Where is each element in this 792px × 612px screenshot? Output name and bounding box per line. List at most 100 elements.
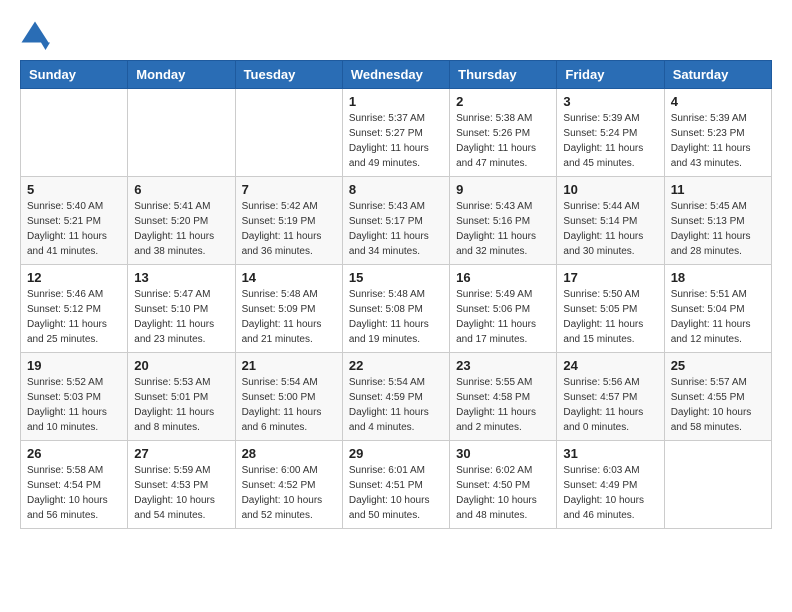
day-number: 28 [242,446,336,461]
column-header-saturday: Saturday [664,61,771,89]
calendar-week-3: 12Sunrise: 5:46 AMSunset: 5:12 PMDayligh… [21,265,772,353]
day-number: 16 [456,270,550,285]
column-header-tuesday: Tuesday [235,61,342,89]
day-number: 11 [671,182,765,197]
day-number: 23 [456,358,550,373]
day-info: Sunrise: 5:56 AMSunset: 4:57 PMDaylight:… [563,375,657,435]
column-header-monday: Monday [128,61,235,89]
day-info: Sunrise: 5:46 AMSunset: 5:12 PMDaylight:… [27,287,121,347]
day-info: Sunrise: 5:39 AMSunset: 5:24 PMDaylight:… [563,111,657,171]
day-number: 27 [134,446,228,461]
logo [20,20,54,50]
day-number: 10 [563,182,657,197]
day-number: 30 [456,446,550,461]
calendar-header-row: SundayMondayTuesdayWednesdayThursdayFrid… [21,61,772,89]
day-number: 20 [134,358,228,373]
calendar-cell [235,89,342,177]
calendar-table: SundayMondayTuesdayWednesdayThursdayFrid… [20,60,772,529]
calendar-cell: 18 Sunrise: 5:51 AMSunset: 5:04 PMDayligh… [664,265,771,353]
calendar-cell [128,89,235,177]
day-info: Sunrise: 5:54 AMSunset: 5:00 PMDaylight:… [242,375,336,435]
calendar-cell: 17 Sunrise: 5:50 AMSunset: 5:05 PMDayligh… [557,265,664,353]
calendar-cell: 30Sunrise: 6:02 AMSunset: 4:50 PMDayligh… [450,441,557,529]
calendar-cell: 6 Sunrise: 5:41 AMSunset: 5:20 PMDaylight… [128,177,235,265]
day-number: 24 [563,358,657,373]
calendar-cell [664,441,771,529]
day-number: 15 [349,270,443,285]
calendar-cell: 26Sunrise: 5:58 AMSunset: 4:54 PMDayligh… [21,441,128,529]
day-number: 17 [563,270,657,285]
column-header-sunday: Sunday [21,61,128,89]
day-info: Sunrise: 6:03 AMSunset: 4:49 PMDaylight:… [563,463,657,523]
day-info: Sunrise: 5:48 AMSunset: 5:08 PMDaylight:… [349,287,443,347]
day-info: Sunrise: 5:38 AMSunset: 5:26 PMDaylight:… [456,111,550,171]
calendar-cell: 1 Sunrise: 5:37 AMSunset: 5:27 PMDaylight… [342,89,449,177]
day-number: 13 [134,270,228,285]
logo-icon [20,20,50,50]
calendar-cell: 31 Sunrise: 6:03 AMSunset: 4:49 PMDayligh… [557,441,664,529]
calendar-cell: 4 Sunrise: 5:39 AMSunset: 5:23 PMDaylight… [664,89,771,177]
day-info: Sunrise: 6:01 AMSunset: 4:51 PMDaylight:… [349,463,443,523]
day-number: 25 [671,358,765,373]
day-info: Sunrise: 5:57 AMSunset: 4:55 PMDaylight:… [671,375,765,435]
day-info: Sunrise: 5:55 AMSunset: 4:58 PMDaylight:… [456,375,550,435]
day-info: Sunrise: 5:54 AMSunset: 4:59 PMDaylight:… [349,375,443,435]
calendar-week-5: 26Sunrise: 5:58 AMSunset: 4:54 PMDayligh… [21,441,772,529]
day-info: Sunrise: 5:41 AMSunset: 5:20 PMDaylight:… [134,199,228,259]
calendar-cell: 15 Sunrise: 5:48 AMSunset: 5:08 PMDayligh… [342,265,449,353]
day-info: Sunrise: 5:39 AMSunset: 5:23 PMDaylight:… [671,111,765,171]
calendar-cell: 24 Sunrise: 5:56 AMSunset: 4:57 PMDayligh… [557,353,664,441]
calendar-cell: 12Sunrise: 5:46 AMSunset: 5:12 PMDayligh… [21,265,128,353]
day-info: Sunrise: 5:37 AMSunset: 5:27 PMDaylight:… [349,111,443,171]
day-number: 7 [242,182,336,197]
day-info: Sunrise: 5:40 AMSunset: 5:21 PMDaylight:… [27,199,121,259]
day-number: 5 [27,182,121,197]
column-header-thursday: Thursday [450,61,557,89]
calendar-cell: 13Sunrise: 5:47 AMSunset: 5:10 PMDayligh… [128,265,235,353]
day-number: 19 [27,358,121,373]
day-number: 22 [349,358,443,373]
calendar-cell: 21 Sunrise: 5:54 AMSunset: 5:00 PMDayligh… [235,353,342,441]
day-info: Sunrise: 5:49 AMSunset: 5:06 PMDaylight:… [456,287,550,347]
day-info: Sunrise: 5:44 AMSunset: 5:14 PMDaylight:… [563,199,657,259]
day-info: Sunrise: 5:45 AMSunset: 5:13 PMDaylight:… [671,199,765,259]
calendar-cell: 9Sunrise: 5:43 AMSunset: 5:16 PMDaylight… [450,177,557,265]
day-info: Sunrise: 5:43 AMSunset: 5:16 PMDaylight:… [456,199,550,259]
day-number: 2 [456,94,550,109]
day-number: 31 [563,446,657,461]
day-number: 1 [349,94,443,109]
day-number: 14 [242,270,336,285]
column-header-wednesday: Wednesday [342,61,449,89]
day-number: 3 [563,94,657,109]
calendar-cell: 10 Sunrise: 5:44 AMSunset: 5:14 PMDayligh… [557,177,664,265]
day-number: 6 [134,182,228,197]
calendar-cell: 22 Sunrise: 5:54 AMSunset: 4:59 PMDayligh… [342,353,449,441]
calendar-week-1: 1 Sunrise: 5:37 AMSunset: 5:27 PMDaylight… [21,89,772,177]
calendar-cell: 2 Sunrise: 5:38 AMSunset: 5:26 PMDaylight… [450,89,557,177]
calendar-week-4: 19 Sunrise: 5:52 AMSunset: 5:03 PMDayligh… [21,353,772,441]
calendar-cell: 28Sunrise: 6:00 AMSunset: 4:52 PMDayligh… [235,441,342,529]
calendar-cell [21,89,128,177]
day-info: Sunrise: 5:59 AMSunset: 4:53 PMDaylight:… [134,463,228,523]
day-info: Sunrise: 5:53 AMSunset: 5:01 PMDaylight:… [134,375,228,435]
day-number: 8 [349,182,443,197]
day-info: Sunrise: 5:42 AMSunset: 5:19 PMDaylight:… [242,199,336,259]
calendar-cell: 20 Sunrise: 5:53 AMSunset: 5:01 PMDayligh… [128,353,235,441]
calendar-cell: 8 Sunrise: 5:43 AMSunset: 5:17 PMDaylight… [342,177,449,265]
day-info: Sunrise: 5:43 AMSunset: 5:17 PMDaylight:… [349,199,443,259]
calendar-cell: 27 Sunrise: 5:59 AMSunset: 4:53 PMDayligh… [128,441,235,529]
day-info: Sunrise: 5:52 AMSunset: 5:03 PMDaylight:… [27,375,121,435]
day-info: Sunrise: 5:50 AMSunset: 5:05 PMDaylight:… [563,287,657,347]
day-info: Sunrise: 5:51 AMSunset: 5:04 PMDaylight:… [671,287,765,347]
column-header-friday: Friday [557,61,664,89]
calendar-cell: 5 Sunrise: 5:40 AMSunset: 5:21 PMDaylight… [21,177,128,265]
calendar-cell: 3 Sunrise: 5:39 AMSunset: 5:24 PMDaylight… [557,89,664,177]
day-number: 18 [671,270,765,285]
calendar-cell: 7 Sunrise: 5:42 AMSunset: 5:19 PMDaylight… [235,177,342,265]
day-number: 4 [671,94,765,109]
day-number: 29 [349,446,443,461]
calendar-cell: 23 Sunrise: 5:55 AMSunset: 4:58 PMDayligh… [450,353,557,441]
calendar-cell: 29 Sunrise: 6:01 AMSunset: 4:51 PMDayligh… [342,441,449,529]
day-number: 21 [242,358,336,373]
calendar-cell: 19 Sunrise: 5:52 AMSunset: 5:03 PMDayligh… [21,353,128,441]
